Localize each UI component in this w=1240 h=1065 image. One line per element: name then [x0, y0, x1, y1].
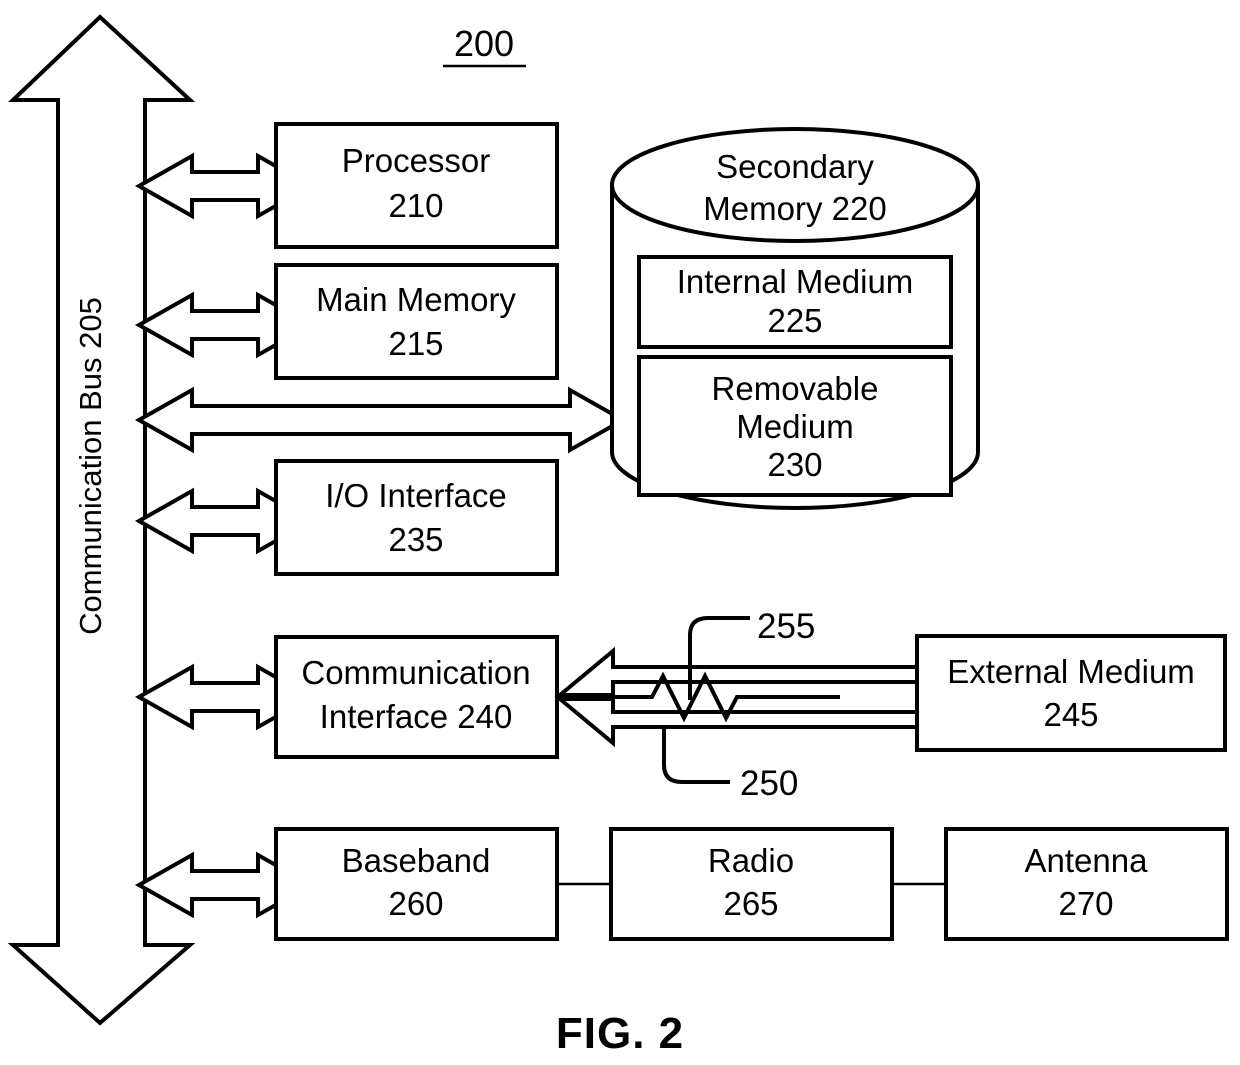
block-external-medium[interactable]: External Medium 245 — [915, 634, 1227, 752]
block-communication-interface[interactable]: Communication Interface 240 — [274, 635, 559, 759]
block-processor-title: Processor — [342, 142, 491, 179]
patent-figure-200: 200 Communication Bus 205 Processor 210 … — [0, 0, 1240, 1065]
block-io-interface[interactable]: I/O Interface 235 — [274, 459, 559, 576]
block-main-memory-ref: 215 — [388, 325, 443, 362]
block-internal-medium[interactable]: Internal Medium 225 — [637, 255, 953, 349]
link-wired-250: 250 — [554, 646, 919, 803]
wired-link-lower-arrow-icon — [554, 697, 919, 748]
block-main-memory[interactable]: Main Memory 215 — [274, 263, 559, 380]
block-removable-medium-ref: 230 — [767, 446, 822, 483]
block-internal-medium-title: Internal Medium — [677, 263, 914, 300]
reference-leader-250 — [662, 727, 730, 784]
block-removable-medium[interactable]: Removable Medium 230 — [637, 355, 953, 497]
figure-canvas: 200 Communication Bus 205 Processor 210 … — [7, 14, 1229, 1058]
double-arrow-icon — [134, 386, 628, 454]
figure-number: 200 — [443, 23, 526, 68]
wired-link-upper-arrow-icon — [554, 646, 919, 697]
block-communication-interface-ref: Interface 240 — [320, 698, 513, 735]
reference-label-255: 255 — [757, 607, 815, 646]
block-communication-interface-title: Communication — [301, 654, 530, 691]
block-secondary-memory-title: Secondary — [716, 148, 874, 185]
block-baseband-ref: 260 — [388, 885, 443, 922]
block-processor[interactable]: Processor 210 — [274, 122, 559, 249]
block-antenna[interactable]: Antenna 270 — [944, 827, 1229, 941]
block-radio-ref: 265 — [723, 885, 778, 922]
block-main-memory-title: Main Memory — [316, 281, 516, 318]
block-radio[interactable]: Radio 265 — [609, 827, 894, 941]
block-external-medium-ref: 245 — [1043, 696, 1098, 733]
block-baseband[interactable]: Baseband 260 — [274, 827, 559, 941]
block-io-interface-title: I/O Interface — [325, 477, 507, 514]
block-secondary-memory-ref: Memory 220 — [703, 190, 886, 227]
block-processor-ref: 210 — [388, 187, 443, 224]
block-radio-title: Radio — [708, 842, 794, 879]
block-removable-medium-title: Removable — [712, 370, 879, 407]
reference-label-250: 250 — [740, 764, 798, 803]
block-secondary-memory[interactable]: Secondary Memory 220 Internal Medium 225… — [610, 127, 980, 510]
block-baseband-title: Baseband — [342, 842, 491, 879]
connector-bus-secondary-memory — [134, 386, 628, 454]
block-antenna-title: Antenna — [1025, 842, 1149, 879]
block-removable-medium-subtitle: Medium — [736, 408, 853, 445]
block-external-medium-title: External Medium — [947, 653, 1195, 690]
figure-caption: FIG. 2 — [556, 1009, 684, 1058]
figure-number-text: 200 — [454, 23, 514, 64]
communication-bus-label: Communication Bus 205 — [73, 297, 108, 635]
block-io-interface-ref: 235 — [388, 521, 443, 558]
block-internal-medium-ref: 225 — [767, 302, 822, 339]
block-antenna-ref: 270 — [1058, 885, 1113, 922]
